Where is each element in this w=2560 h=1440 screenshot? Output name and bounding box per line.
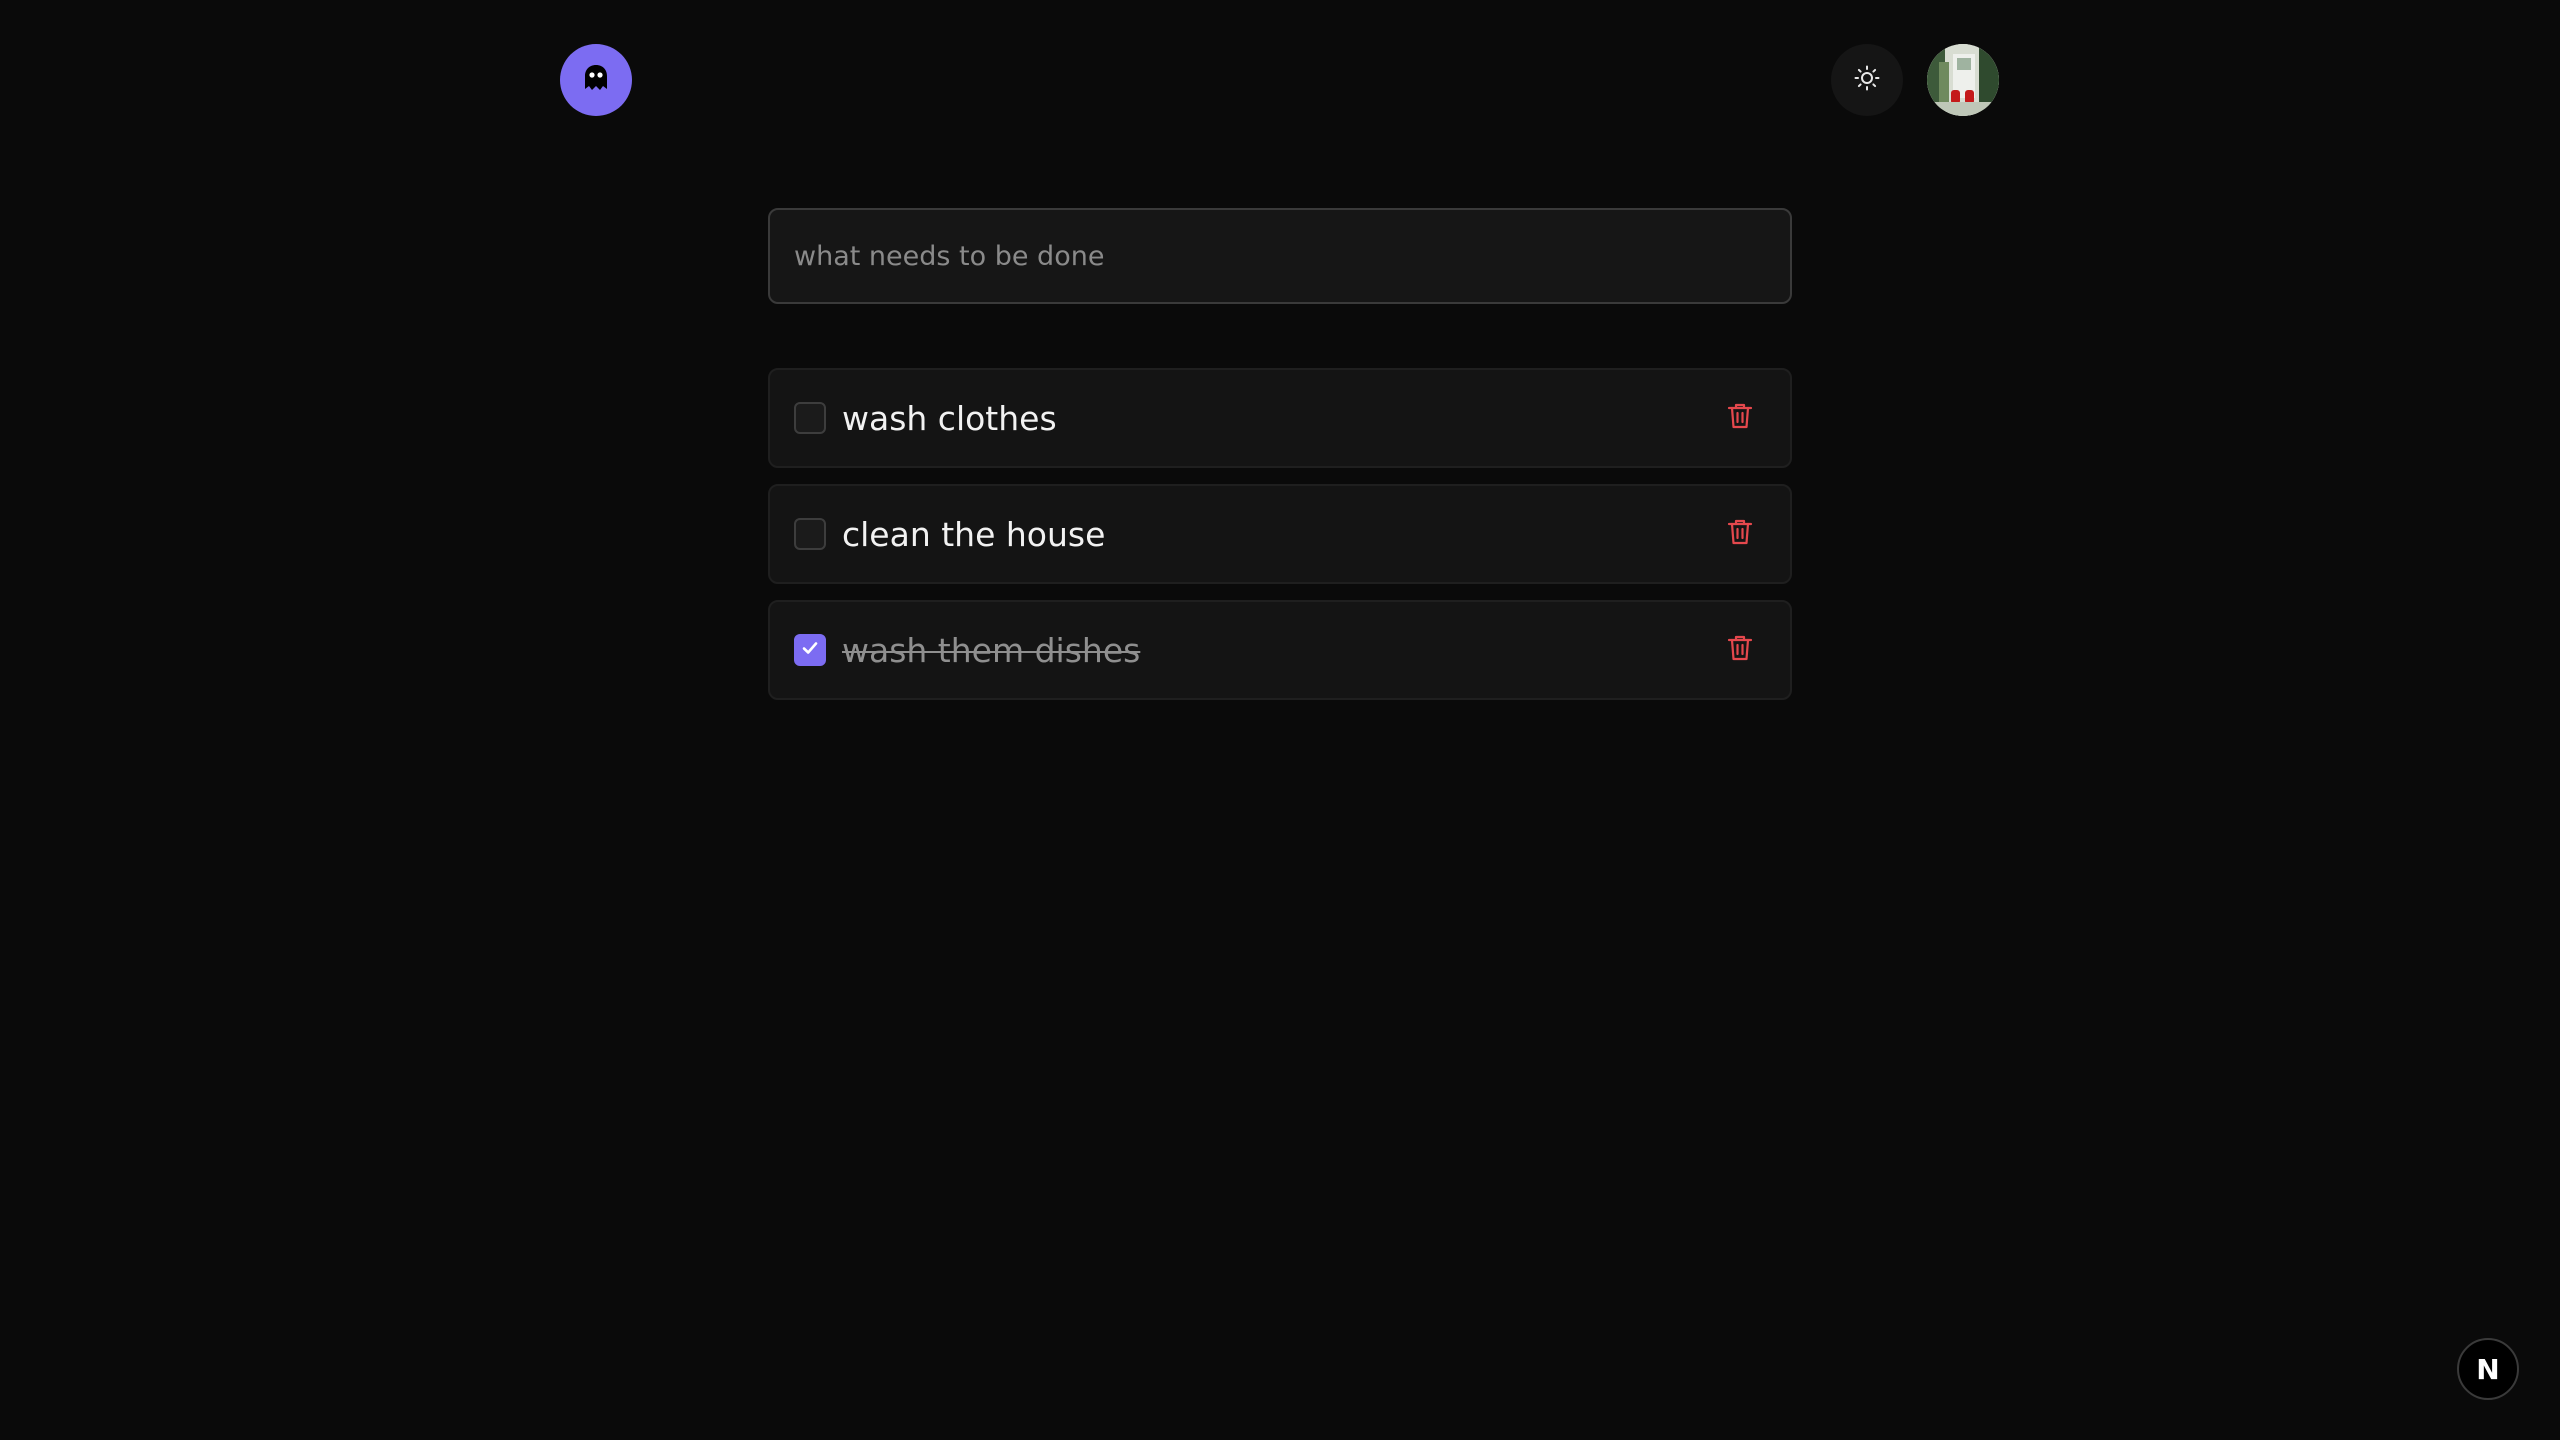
delete-todo-button[interactable] — [1720, 514, 1760, 554]
sun-icon — [1854, 65, 1880, 95]
todo-app-page: wash clothes clean the house — [0, 0, 2560, 1440]
app-logo-button[interactable] — [560, 44, 632, 116]
todo-checkbox-checked[interactable] — [794, 634, 826, 666]
trash-icon — [1727, 402, 1753, 434]
user-avatar[interactable] — [1927, 44, 1999, 116]
delete-todo-button[interactable] — [1720, 630, 1760, 670]
badge-label: N — [2476, 1352, 2500, 1386]
todo-checkbox[interactable] — [794, 402, 826, 434]
checkmark-icon — [800, 638, 820, 662]
todo-item: wash clothes — [768, 368, 1792, 468]
trash-icon — [1727, 518, 1753, 550]
todo-checkbox[interactable] — [794, 518, 826, 550]
todo-list: wash clothes clean the house wash them d… — [768, 368, 1792, 716]
trash-icon — [1727, 634, 1753, 666]
ghost-icon — [582, 63, 610, 97]
todo-item: clean the house — [768, 484, 1792, 584]
todo-text: wash clothes — [842, 398, 1057, 438]
todo-item-completed: wash them dishes — [768, 600, 1792, 700]
new-todo-input[interactable] — [768, 208, 1792, 304]
delete-todo-button[interactable] — [1720, 398, 1760, 438]
todo-text: wash them dishes — [842, 630, 1141, 670]
todo-text: clean the house — [842, 514, 1106, 554]
dev-tools-badge[interactable]: N — [2457, 1338, 2519, 1400]
theme-toggle-button[interactable] — [1831, 44, 1903, 116]
